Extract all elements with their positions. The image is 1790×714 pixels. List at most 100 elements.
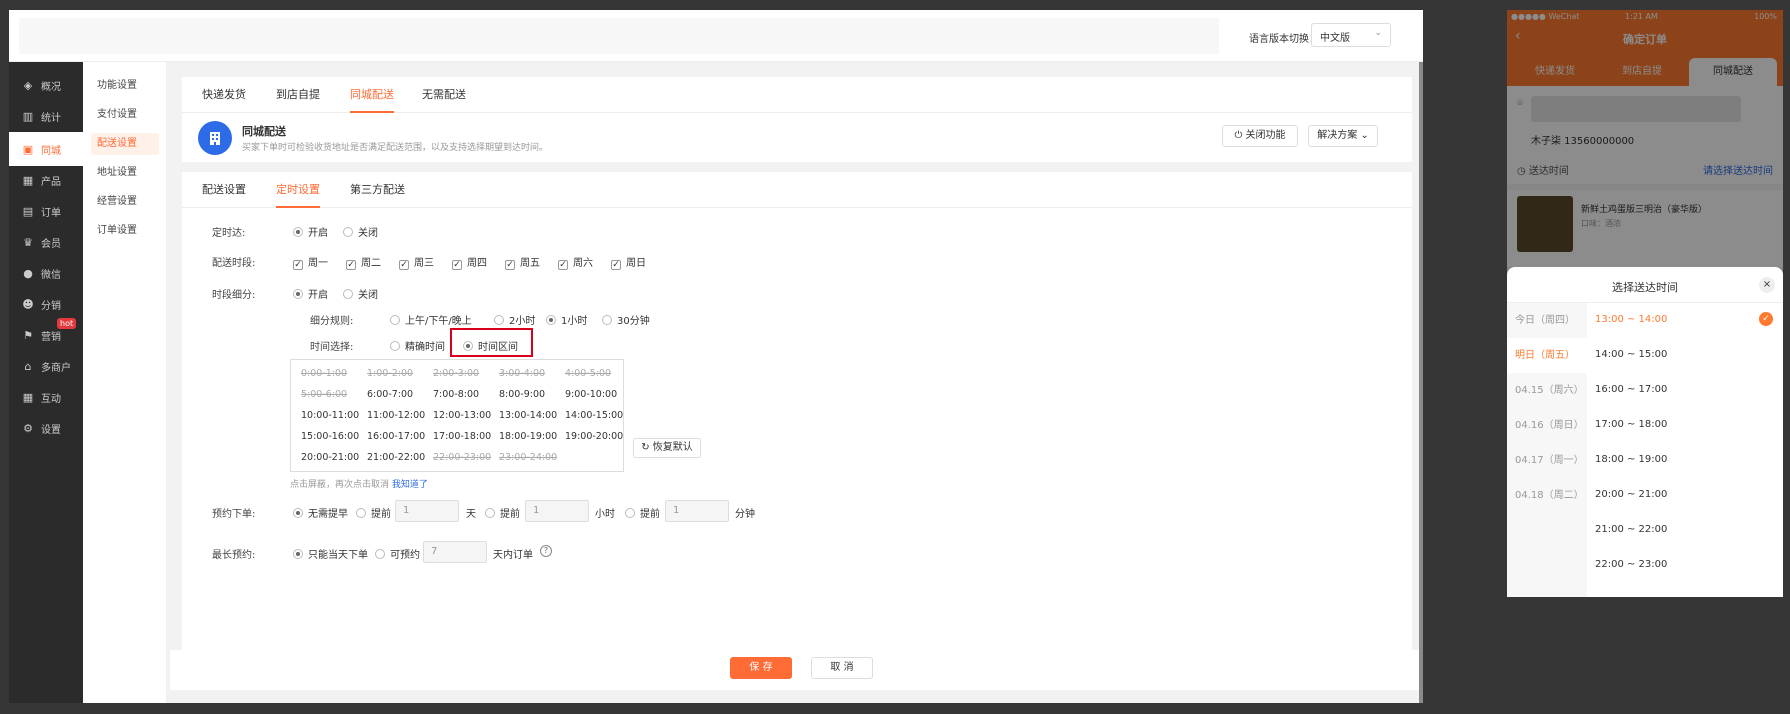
time-slot[interactable]: 3:00-4:00 (499, 368, 545, 379)
time-slot[interactable]: 20:00-21:00 (301, 452, 359, 463)
day-item[interactable]: 明日（周五） (1507, 338, 1587, 373)
weekday-checkbox[interactable]: ✓ 周四 (452, 254, 487, 270)
tab-timed-settings[interactable]: 定时设置 (276, 172, 320, 208)
time-item[interactable]: 14:00 ~ 15:00 (1595, 349, 1667, 360)
time-slot[interactable]: 11:00-12:00 (367, 410, 425, 421)
can-book-radio[interactable]: 可预约 (375, 546, 420, 561)
refresh-icon: ↻ (641, 442, 653, 453)
day-item[interactable]: 04.18（周二） (1507, 478, 1587, 513)
time-slot[interactable]: 7:00-8:00 (433, 389, 479, 400)
subnav-business[interactable]: 经营设置 (91, 191, 159, 213)
sidebar-item-overview[interactable]: ◈ 概况 (9, 68, 83, 102)
time-slot[interactable]: 8:00-9:00 (499, 389, 545, 400)
time-item[interactable]: 18:00 ~ 19:00 (1595, 454, 1667, 465)
close-icon[interactable]: × (1759, 277, 1775, 293)
time-slot[interactable]: 23:00-24:00 (499, 452, 557, 463)
subnav-order[interactable]: 订单设置 (91, 220, 159, 242)
time-slot[interactable]: 19:00-20:00 (565, 431, 623, 442)
weekday-checkbox[interactable]: ✓ 周五 (505, 254, 540, 270)
sidebar-item-wechat[interactable]: ● 微信 (9, 256, 83, 290)
weekday-checkbox[interactable]: ✓ 周一 (293, 254, 328, 270)
split-on-radio[interactable]: 开启 (293, 286, 328, 301)
tab-none[interactable]: 无需配送 (422, 77, 466, 113)
time-slot[interactable]: 16:00-17:00 (367, 431, 425, 442)
advance-day-input[interactable]: 1 (395, 500, 459, 522)
time-slot[interactable]: 0:00-1:00 (301, 368, 347, 379)
advance-hour-radio[interactable]: 提前 (485, 505, 520, 520)
save-button[interactable]: 保 存 (730, 657, 792, 679)
day-item[interactable]: 04.15（周六） (1507, 373, 1587, 408)
sidebar-item-settings[interactable]: ⚙ 设置 (9, 411, 83, 445)
advance-min-radio[interactable]: 提前 (625, 505, 660, 520)
tab-delivery-settings[interactable]: 配送设置 (202, 172, 246, 208)
time-item[interactable]: 13:00 ~ 14:00 (1595, 314, 1667, 325)
subnav-address[interactable]: 地址设置 (91, 162, 159, 184)
rule-radio[interactable]: 1小时 (546, 312, 587, 327)
sidebar-item-order[interactable]: ▤ 订单 (9, 194, 83, 228)
time-slot[interactable]: 4:00-5:00 (565, 368, 611, 379)
hint-link[interactable]: 我知道了 (392, 480, 428, 490)
subnav-function[interactable]: 功能设置 (91, 75, 159, 97)
tab-pickup[interactable]: 到店自提 (276, 77, 320, 113)
time-slot[interactable]: 6:00-7:00 (367, 389, 413, 400)
time-slot[interactable]: 10:00-11:00 (301, 410, 359, 421)
time-slot[interactable]: 2:00-3:00 (433, 368, 479, 379)
split-off-radio[interactable]: 关闭 (343, 286, 378, 301)
time-slot[interactable]: 21:00-22:00 (367, 452, 425, 463)
help-icon[interactable]: ? (540, 545, 552, 557)
no-advance-radio[interactable]: 无需提早 (293, 505, 348, 520)
close-feature-button[interactable]: ⏻ 关闭功能 (1222, 125, 1298, 147)
day-item[interactable]: 04.16（周日） (1507, 408, 1587, 443)
subnav-delivery[interactable]: 配送设置 (91, 133, 159, 155)
sidebar-item-marketing[interactable]: ⚑ 营销 hot (9, 318, 83, 352)
time-slot[interactable]: 9:00-10:00 (565, 389, 617, 400)
weekday-checkbox[interactable]: ✓ 周三 (399, 254, 434, 270)
time-item[interactable]: 20:00 ~ 21:00 (1595, 489, 1667, 500)
weekday-checkbox[interactable]: ✓ 周日 (611, 254, 646, 270)
time-slot[interactable]: 5:00-6:00 (301, 389, 347, 400)
solution-button[interactable]: 解决方案 ⌄ (1308, 125, 1378, 147)
restore-default-button[interactable]: ↻ 恢复默认 (633, 438, 701, 458)
sidebar-item-multistore[interactable]: ⌂ 多商户 (9, 349, 83, 383)
time-slot[interactable]: 15:00-16:00 (301, 431, 359, 442)
timed-off-radio[interactable]: 关闭 (343, 224, 378, 239)
advance-min-input[interactable]: 1 (665, 500, 729, 522)
sidebar-item-distribution[interactable]: ☻ 分销 (9, 287, 83, 321)
time-item[interactable]: 16:00 ~ 17:00 (1595, 384, 1667, 395)
day-item[interactable]: 04.17（周一） (1507, 443, 1587, 478)
scrollbar[interactable] (1419, 62, 1423, 703)
advance-hour-input[interactable]: 1 (525, 500, 589, 522)
sidebar-item-product[interactable]: ▦ 产品 (9, 163, 83, 197)
sidebar-item-member[interactable]: ♛ 会员 (9, 225, 83, 259)
rule-radio[interactable]: 2小时 (494, 312, 535, 327)
rule-radio[interactable]: 30分钟 (602, 312, 650, 327)
time-slot[interactable]: 18:00-19:00 (499, 431, 557, 442)
tab-third-party[interactable]: 第三方配送 (350, 172, 405, 208)
max-days-input[interactable]: 7 (423, 541, 487, 563)
time-slot[interactable]: 13:00-14:00 (499, 410, 557, 421)
time-item[interactable]: 21:00 ~ 22:00 (1595, 524, 1667, 535)
same-day-radio[interactable]: 只能当天下单 (293, 546, 368, 561)
advance-day-radio[interactable]: 提前 (356, 505, 391, 520)
time-slot[interactable]: 12:00-13:00 (433, 410, 491, 421)
timed-on-radio[interactable]: 开启 (293, 224, 328, 239)
day-item[interactable]: 今日（周四） (1507, 303, 1587, 338)
sidebar-item-local[interactable]: ▣ 同城 (9, 132, 83, 166)
subnav-payment[interactable]: 支付设置 (91, 104, 159, 126)
time-item[interactable]: 22:00 ~ 23:00 (1595, 559, 1667, 570)
cancel-button[interactable]: 取 消 (811, 657, 873, 679)
tab-express[interactable]: 快递发货 (202, 77, 246, 113)
precise-time-radio[interactable]: 精确时间 (390, 338, 445, 353)
time-slot[interactable]: 17:00-18:00 (433, 431, 491, 442)
sidebar-item-stats[interactable]: ▥ 统计 (9, 99, 83, 133)
time-slot[interactable]: 22:00-23:00 (433, 452, 491, 463)
tab-local[interactable]: 同城配送 (350, 77, 394, 113)
time-slot[interactable]: 1:00-2:00 (367, 368, 413, 379)
time-slot[interactable]: 14:00-15:00 (565, 410, 623, 421)
lang-select[interactable]: 中文版 ⌄ (1311, 23, 1391, 47)
time-item[interactable]: 17:00 ~ 18:00 (1595, 419, 1667, 430)
weekday-checkbox[interactable]: ✓ 周六 (558, 254, 593, 270)
sidebar-item-interact[interactable]: ▦ 互动 (9, 380, 83, 414)
weekday-checkbox[interactable]: ✓ 周二 (346, 254, 381, 270)
rule-radio[interactable]: 上午/下午/晚上 (390, 312, 472, 327)
